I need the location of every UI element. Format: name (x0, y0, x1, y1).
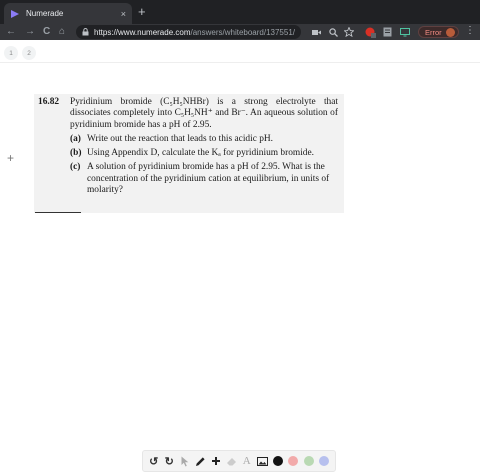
video-camera-icon[interactable] (311, 27, 321, 37)
page-tab-1[interactable]: 1 (4, 46, 18, 60)
home-button[interactable]: ⌂ (59, 24, 65, 40)
add-page-icon[interactable]: + (7, 151, 14, 165)
undo-icon: ↺ (149, 455, 159, 468)
problem-card: 16.82 Pyridinium bromide (C₅H₅NHBr) is a… (34, 94, 344, 213)
undo-button[interactable]: ↺ (147, 454, 161, 468)
image-icon (256, 456, 268, 466)
part-text: Write out the reaction that leads to thi… (87, 133, 274, 144)
add-tool-button[interactable] (209, 454, 223, 468)
back-button[interactable]: ← (6, 24, 16, 40)
drawing-toolbar: ↺ ↻ A (142, 450, 336, 472)
problem-body: Pyridinium bromide (C₅H₅NHBr) is a stron… (70, 97, 338, 130)
pen-tool-button[interactable] (193, 454, 207, 468)
text-tool-icon: A (242, 455, 251, 467)
color-dot (319, 456, 330, 466)
text-tool-button[interactable]: A (240, 454, 254, 468)
pen-icon (195, 456, 205, 466)
extension-red-icon[interactable] (365, 27, 376, 38)
page-tab-2[interactable]: 2 (22, 46, 36, 60)
browser-toolbar: ← → C ⌂ https://www.numerade.com/answers… (0, 24, 480, 40)
address-bar[interactable]: https://www.numerade.com/answers/whitebo… (76, 25, 301, 39)
problem-part: (c) A solution of pyridinium bromide has… (70, 162, 338, 196)
part-label: (b) (70, 148, 82, 159)
url-text: https://www.numerade.com/answers/whitebo… (94, 28, 295, 37)
part-label: (c) (70, 162, 81, 173)
monitor-icon[interactable] (399, 27, 410, 37)
url-path: /answers/whiteboard/137551/ (190, 27, 295, 37)
reload-button[interactable]: C (43, 24, 50, 40)
avatar (445, 27, 455, 37)
color-black[interactable] (271, 454, 285, 468)
eraser-tool-button[interactable] (224, 454, 238, 468)
tab-title: Numerade (26, 9, 64, 18)
color-blue[interactable] (317, 454, 331, 468)
color-pink[interactable] (286, 454, 300, 468)
problem-number: 16.82 (38, 97, 60, 107)
handwritten-underline (35, 212, 81, 213)
browser-tab[interactable]: Numerade × (4, 3, 132, 24)
part-text: Using Appendix D, calculate the Kₐ for p… (87, 148, 314, 159)
forward-button[interactable]: → (25, 24, 35, 40)
color-dot (288, 456, 299, 466)
plus-icon (211, 457, 220, 465)
error-label: Error (425, 27, 442, 37)
search-icon[interactable] (328, 27, 338, 37)
image-tool-button[interactable] (255, 454, 269, 468)
page-divider (0, 62, 480, 63)
eraser-icon (226, 457, 236, 465)
color-dot (272, 456, 283, 466)
new-tab-button[interactable]: + (138, 4, 146, 20)
cursor-icon (181, 456, 189, 466)
browser-tab-bar: Numerade × + (0, 0, 480, 24)
star-icon[interactable] (344, 27, 354, 37)
color-green[interactable] (302, 454, 316, 468)
problem-part: (a) Write out the reaction that leads to… (70, 134, 338, 145)
browser-menu-icon[interactable]: ⋮ (465, 25, 475, 36)
url-domain: https://www.numerade.com (94, 27, 191, 37)
redo-icon: ↻ (164, 455, 174, 468)
part-text: A solution of pyridinium bromide has a p… (87, 162, 330, 196)
tab-close-icon[interactable]: × (121, 9, 126, 19)
extension-book-icon[interactable] (382, 27, 392, 37)
redo-button[interactable]: ↻ (162, 454, 176, 468)
part-label: (a) (70, 133, 81, 144)
lock-icon (82, 28, 89, 36)
select-tool-button[interactable] (178, 454, 192, 468)
profile-error-button[interactable]: Error (418, 26, 459, 38)
whiteboard-page-tabs: 1 2 (4, 46, 36, 60)
color-dot (303, 456, 314, 466)
numerade-logo-icon (10, 9, 20, 19)
problem-part: (b) Using Appendix D, calculate the Kₐ f… (70, 148, 338, 159)
